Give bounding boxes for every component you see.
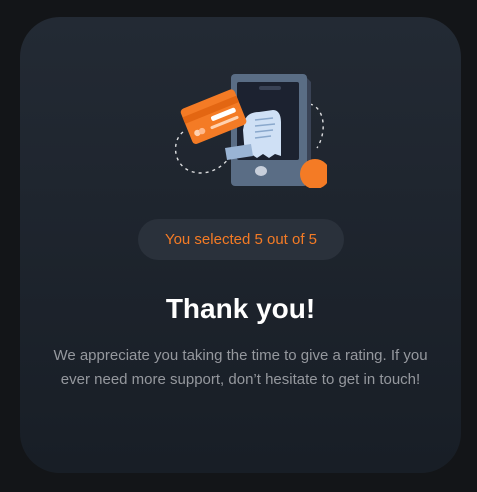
- rating-result-text: You selected 5 out of 5: [164, 231, 318, 248]
- thank-you-card: You selected 5 out of 5 Thank you! We ap…: [20, 17, 461, 473]
- rating-result-badge: You selected 5 out of 5: [138, 219, 344, 260]
- thank-you-message: We appreciate you taking the time to giv…: [53, 347, 428, 388]
- thank-you-title: Thank you!: [165, 293, 316, 324]
- payment-illustration-icon: [174, 74, 327, 188]
